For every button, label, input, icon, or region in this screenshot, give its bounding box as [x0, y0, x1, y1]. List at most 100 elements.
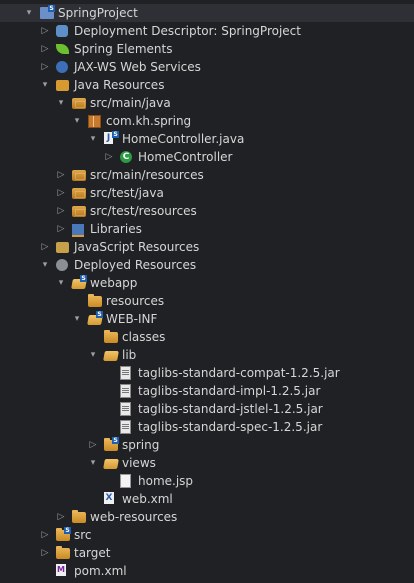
- web-services-icon: [56, 61, 68, 73]
- expand-arrow-icon[interactable]: ▷: [56, 166, 66, 184]
- xml-file-icon: X: [104, 492, 114, 504]
- collapse-arrow-icon[interactable]: ▾: [88, 130, 98, 148]
- folder-open-icon: [103, 459, 119, 469]
- tree-item-label: spring: [122, 438, 160, 452]
- spring-nature-badge-icon: S: [96, 311, 103, 318]
- spring-nature-badge-icon: S: [112, 437, 119, 444]
- tree-item-label: web-resources: [90, 510, 178, 524]
- tree-item[interactable]: ▾ Swebapp: [0, 274, 414, 292]
- tree-item-label: Deployment Descriptor: SpringProject: [74, 24, 301, 38]
- tree-item[interactable]: ▷ Libraries: [0, 220, 414, 238]
- folder-icon: [88, 294, 102, 307]
- tree-item[interactable]: ▷ target: [0, 544, 414, 562]
- expand-arrow-icon[interactable]: ▷: [56, 220, 66, 238]
- tree-item[interactable]: ▷ Sspring: [0, 436, 414, 454]
- collapse-arrow-icon[interactable]: ▾: [72, 112, 82, 130]
- java-resources-icon: [56, 80, 69, 91]
- collapse-arrow-icon[interactable]: ▾: [40, 256, 50, 274]
- tree-item-label: SpringProject: [58, 6, 138, 20]
- collapse-arrow-icon[interactable]: ▾: [88, 454, 98, 472]
- tree-item[interactable]: home.jsp: [0, 472, 414, 490]
- expand-arrow-icon[interactable]: ▷: [40, 544, 50, 562]
- tree-item-label: taglibs-standard-jstlel-1.2.5.jar: [138, 402, 323, 416]
- tree-item[interactable]: ▷ JAX-WS Web Services: [0, 58, 414, 76]
- folder-icon: [104, 330, 118, 343]
- tree-item-label: taglibs-standard-compat-1.2.5.jar: [138, 366, 340, 380]
- libraries-icon: [72, 224, 84, 237]
- tree-item[interactable]: ▷ src/main/resources: [0, 166, 414, 184]
- tree-item-label: web.xml: [122, 492, 173, 506]
- tree-item[interactable]: taglibs-standard-spec-1.2.5.jar: [0, 418, 414, 436]
- jar-icon: [120, 366, 131, 380]
- tree-item-label: com.kh.spring: [106, 114, 192, 128]
- tree-item[interactable]: ▾ S WEB-INF: [0, 310, 414, 328]
- jar-icon: [120, 402, 131, 416]
- tree-item[interactable]: classes: [0, 328, 414, 346]
- tree-item-label: views: [122, 456, 156, 470]
- collapse-arrow-icon[interactable]: ▾: [24, 4, 34, 22]
- collapse-arrow-icon[interactable]: ▾: [88, 346, 98, 364]
- tree-item-label: WEB-INF: [106, 312, 158, 326]
- expand-arrow-icon[interactable]: ▷: [40, 238, 50, 256]
- tree-item[interactable]: ▾ lib: [0, 346, 414, 364]
- tree-item[interactable]: taglibs-standard-impl-1.2.5.jar: [0, 382, 414, 400]
- tree-item-label: pom.xml: [74, 564, 127, 578]
- source-folder-icon: [72, 170, 86, 181]
- javascript-resources-icon: [56, 242, 69, 253]
- tree-item[interactable]: ▾ com.kh.spring: [0, 112, 414, 130]
- tree-item-label: src: [74, 528, 92, 542]
- tree-item[interactable]: ▷ src/test/resources: [0, 202, 414, 220]
- tree-item-label: Deployed Resources: [74, 258, 197, 272]
- source-folder-icon: [72, 98, 86, 109]
- tree-item[interactable]: ▾ src/main/java: [0, 94, 414, 112]
- tree-item[interactable]: ▾ S SpringProject: [0, 4, 414, 22]
- collapse-arrow-icon[interactable]: ▾: [56, 94, 66, 112]
- tree-item[interactable]: ▷ Spring Elements: [0, 40, 414, 58]
- class-icon: C: [120, 151, 132, 163]
- jar-icon: [120, 384, 131, 398]
- folder-icon: [56, 546, 70, 559]
- tree-item[interactable]: ▾ Java Resources: [0, 76, 414, 94]
- expand-arrow-icon[interactable]: ▷: [56, 202, 66, 220]
- tree-item-label: HomeController: [138, 150, 233, 164]
- deployed-resources-icon: [56, 259, 68, 271]
- tree-item[interactable]: ▷ C HomeController: [0, 148, 414, 166]
- tree-item[interactable]: ▾ views: [0, 454, 414, 472]
- source-folder-icon: [72, 188, 86, 199]
- tree-item[interactable]: ▷ Ssrc: [0, 526, 414, 544]
- tree-item[interactable]: Xweb.xml: [0, 490, 414, 508]
- expand-arrow-icon[interactable]: ▷: [40, 58, 50, 76]
- tree-item-label: webapp: [90, 276, 138, 290]
- tree-item-label: classes: [122, 330, 166, 344]
- tree-item[interactable]: ▾ Deployed Resources: [0, 256, 414, 274]
- tree-item[interactable]: taglibs-standard-jstlel-1.2.5.jar: [0, 400, 414, 418]
- tree-item-label: taglibs-standard-impl-1.2.5.jar: [138, 384, 321, 398]
- tree-item[interactable]: resources: [0, 292, 414, 310]
- maven-file-icon: M: [56, 564, 66, 576]
- tree-item[interactable]: ▷ Deployment Descriptor: SpringProject: [0, 22, 414, 40]
- tree-item-label: lib: [122, 348, 137, 362]
- tree-item-label: src/test/java: [90, 186, 164, 200]
- folder-icon: [72, 510, 86, 523]
- tree-item[interactable]: ▷ web-resources: [0, 508, 414, 526]
- spring-leaf-icon: [56, 44, 69, 54]
- tree-item-label: resources: [106, 294, 165, 308]
- tree-item[interactable]: taglibs-standard-compat-1.2.5.jar: [0, 364, 414, 382]
- expand-arrow-icon[interactable]: ▷: [104, 148, 114, 166]
- expand-arrow-icon[interactable]: ▷: [88, 436, 98, 454]
- tree-item-label: Spring Elements: [74, 42, 173, 56]
- tree-item[interactable]: ▾ J S HomeController.java: [0, 130, 414, 148]
- tree-item-label: taglibs-standard-spec-1.2.5.jar: [138, 420, 323, 434]
- tree-item[interactable]: Mpom.xml: [0, 562, 414, 580]
- expand-arrow-icon[interactable]: ▷: [56, 508, 66, 526]
- tree-item[interactable]: ▷ JavaScript Resources: [0, 238, 414, 256]
- expand-arrow-icon[interactable]: ▷: [40, 40, 50, 58]
- expand-arrow-icon[interactable]: ▷: [40, 526, 50, 544]
- collapse-arrow-icon[interactable]: ▾: [72, 310, 82, 328]
- collapse-arrow-icon[interactable]: ▾: [40, 76, 50, 94]
- file-icon: [120, 474, 131, 488]
- expand-arrow-icon[interactable]: ▷: [40, 22, 50, 40]
- expand-arrow-icon[interactable]: ▷: [56, 184, 66, 202]
- collapse-arrow-icon[interactable]: ▾: [56, 274, 66, 292]
- tree-item[interactable]: ▷ src/test/java: [0, 184, 414, 202]
